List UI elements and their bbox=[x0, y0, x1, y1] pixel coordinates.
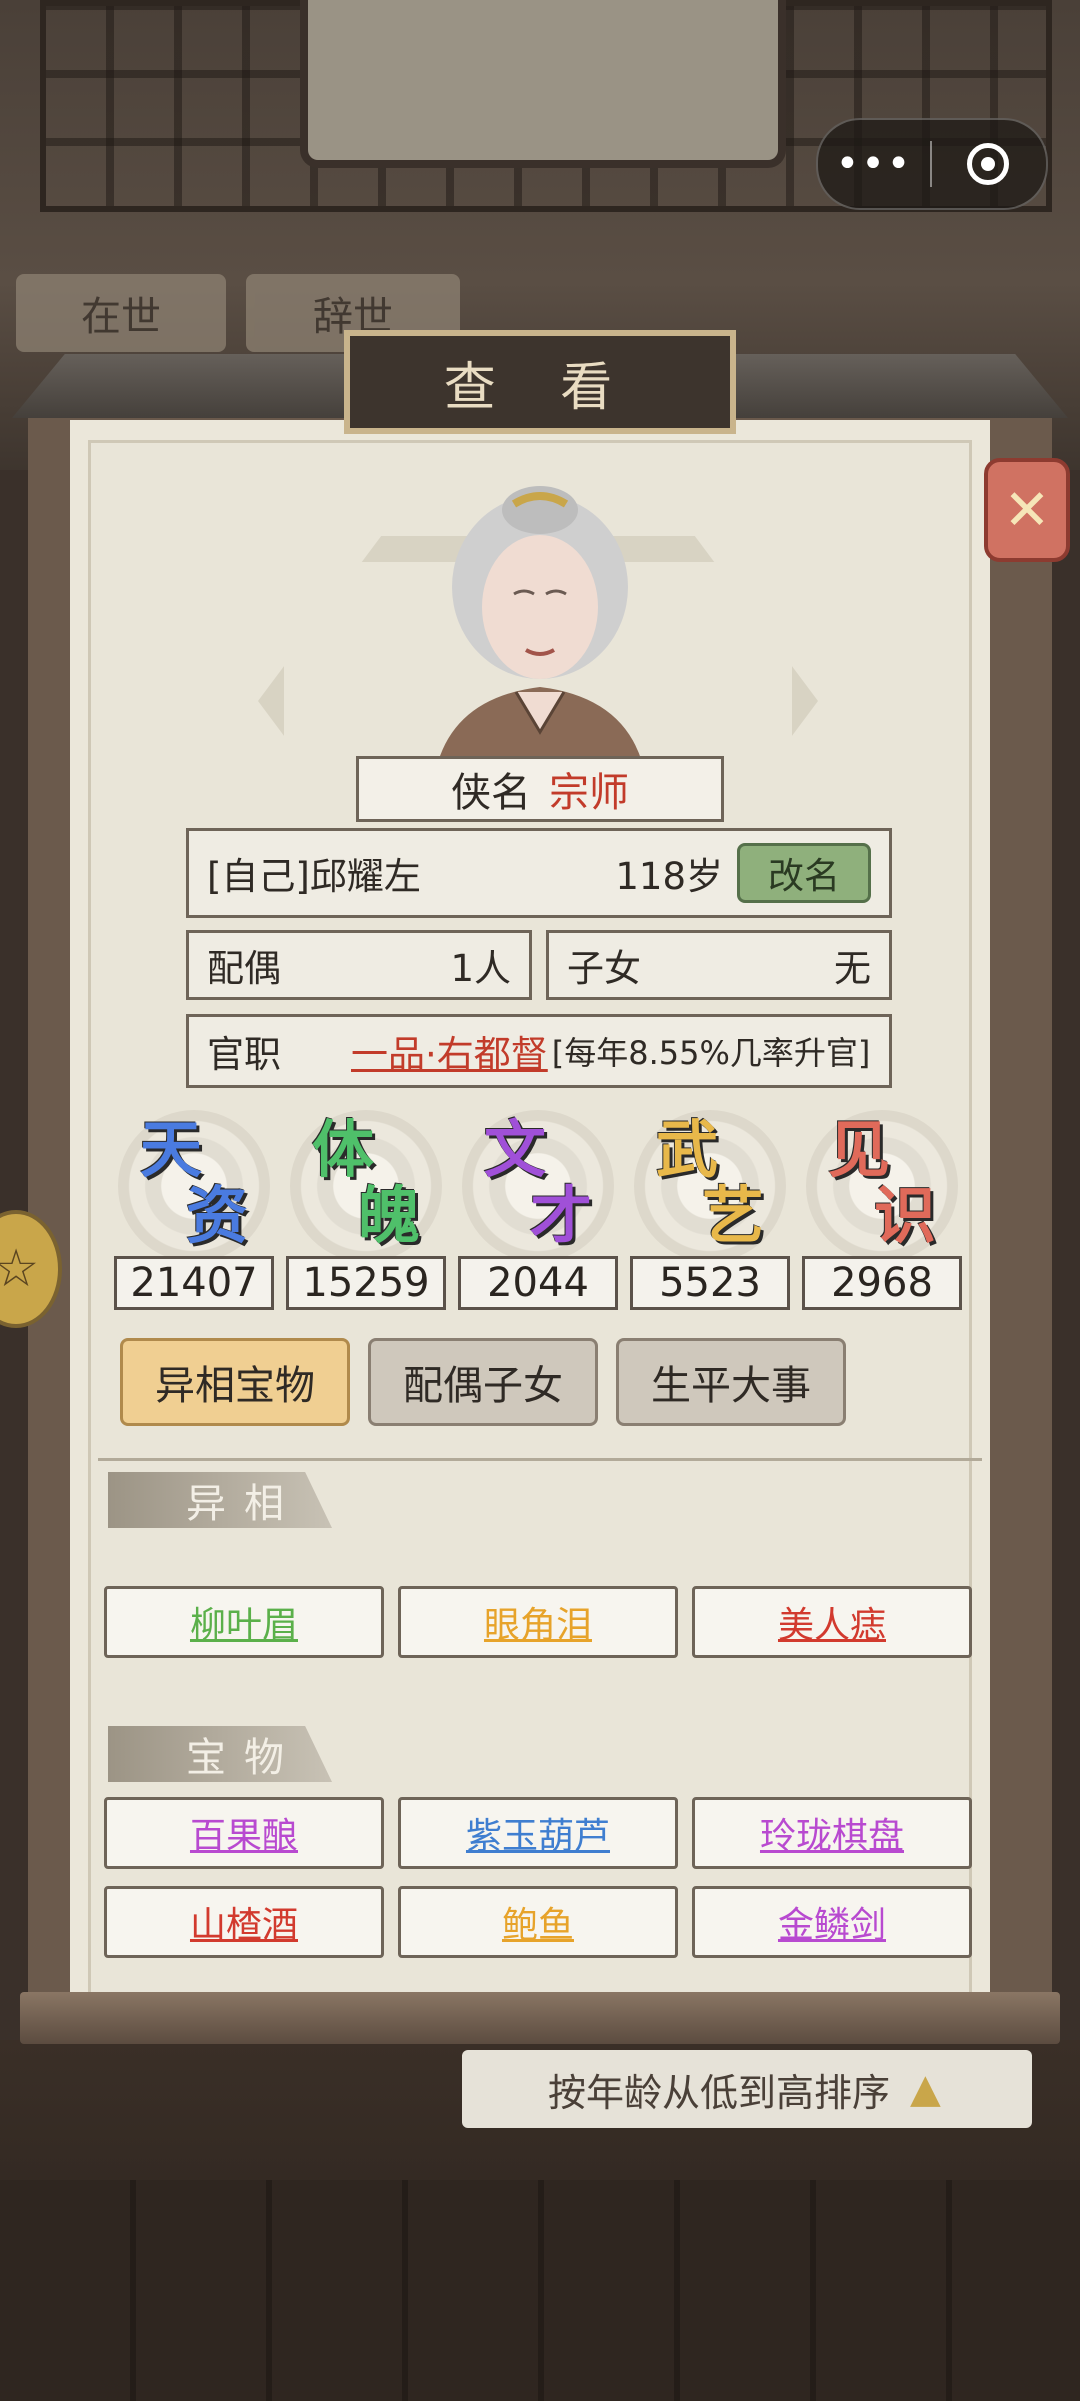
panel-title: 查 看 bbox=[344, 330, 736, 434]
miniapp-capsule: ••• bbox=[816, 118, 1048, 210]
close-button[interactable]: ✕ bbox=[984, 458, 1070, 562]
spouse-value: 1人 bbox=[450, 947, 511, 990]
sort-order-bar[interactable]: 按年龄从低到高排序 ▲ bbox=[462, 2050, 1032, 2128]
floor-planks bbox=[0, 2180, 1080, 2401]
treasure-item[interactable]: 紫玉葫芦 bbox=[398, 1797, 678, 1869]
stat-label-char: 天 bbox=[140, 1113, 203, 1186]
official-row: 官职 一品·右都督 [每年8.55%几率升官] bbox=[186, 1014, 892, 1088]
character-name: [自己]邱耀左 bbox=[207, 855, 421, 898]
stat-label-char: 武 bbox=[656, 1113, 719, 1186]
stat-value: 2968 bbox=[802, 1256, 962, 1310]
close-miniapp-button[interactable] bbox=[932, 143, 1044, 185]
official-label: 官职 bbox=[207, 1033, 281, 1076]
stat-label-char: 文 bbox=[484, 1113, 547, 1186]
name-row: [自己]邱耀左 118岁 改名 bbox=[186, 828, 892, 918]
children-value: 无 bbox=[834, 947, 871, 990]
treasures-heading: 宝物 bbox=[108, 1726, 332, 1782]
stat-value: 21407 bbox=[114, 1256, 274, 1310]
stat-label-char: 体 bbox=[312, 1113, 375, 1186]
title-box: 侠名 宗师 bbox=[356, 756, 724, 822]
more-options-button[interactable]: ••• bbox=[818, 120, 930, 208]
stat-label-char: 识 bbox=[874, 1179, 937, 1252]
tab-life-events[interactable]: 生平大事 bbox=[616, 1338, 846, 1426]
rename-button[interactable]: 改名 bbox=[737, 843, 871, 903]
spouse-row: 配偶 1人 bbox=[186, 930, 532, 1000]
section-divider bbox=[98, 1442, 982, 1461]
trait-item[interactable]: 眼角泪 bbox=[398, 1586, 678, 1658]
stat-value: 2044 bbox=[458, 1256, 618, 1310]
wall-painting bbox=[300, 0, 786, 168]
character-portrait bbox=[438, 486, 642, 762]
panel-base bbox=[20, 1992, 1060, 2044]
spouse-label: 配偶 bbox=[207, 947, 281, 990]
title-value: 宗师 bbox=[549, 770, 629, 816]
character-age: 118岁 bbox=[615, 855, 723, 898]
children-label: 子女 bbox=[567, 947, 641, 990]
treasure-item[interactable]: 玲珑棋盘 bbox=[692, 1797, 972, 1869]
stat-label-char: 才 bbox=[530, 1179, 593, 1252]
treasure-item[interactable]: 鲍鱼 bbox=[398, 1886, 678, 1958]
tab-spouse-children[interactable]: 配偶子女 bbox=[368, 1338, 598, 1426]
treasure-item[interactable]: 山楂酒 bbox=[104, 1886, 384, 1958]
official-value[interactable]: 一品·右都督 bbox=[351, 1024, 548, 1078]
traits-heading: 异相 bbox=[108, 1472, 332, 1528]
official-note: [每年8.55%几率升官] bbox=[551, 1034, 871, 1072]
triangle-icon: ▲ bbox=[910, 2066, 941, 2112]
stat-label-char: 见 bbox=[828, 1113, 891, 1186]
treasure-item[interactable]: 金鳞剑 bbox=[692, 1886, 972, 1958]
stat-value: 5523 bbox=[630, 1256, 790, 1310]
record-icon bbox=[967, 143, 1009, 185]
children-row: 子女 无 bbox=[546, 930, 892, 1000]
trait-item[interactable]: 柳叶眉 bbox=[104, 1586, 384, 1658]
stat-label-char: 魄 bbox=[358, 1179, 421, 1252]
treasure-item[interactable]: 百果酿 bbox=[104, 1797, 384, 1869]
close-icon: ✕ bbox=[1003, 477, 1051, 543]
stat-label-char: 资 bbox=[186, 1179, 249, 1252]
title-label: 侠名 bbox=[451, 770, 531, 816]
tab-traits-treasures[interactable]: 异相宝物 bbox=[120, 1338, 350, 1426]
stat-label-char: 艺 bbox=[702, 1179, 765, 1252]
stat-value: 15259 bbox=[286, 1256, 446, 1310]
sort-label: 按年龄从低到高排序 bbox=[548, 2070, 891, 2115]
tab-alive-background[interactable]: 在世 bbox=[16, 274, 226, 352]
trait-item[interactable]: 美人痣 bbox=[692, 1586, 972, 1658]
